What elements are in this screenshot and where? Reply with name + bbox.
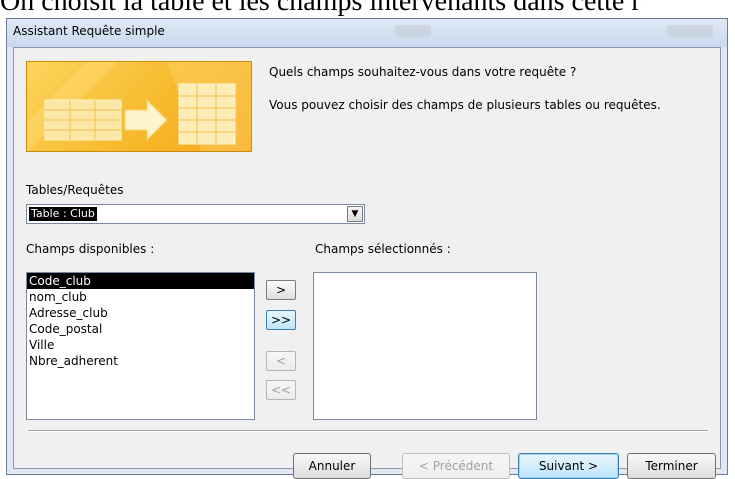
remove-all-fields-button[interactable]: << [266, 380, 296, 400]
tables-selected-value: Table : Club [29, 207, 97, 221]
titlebar-blur [395, 25, 431, 37]
add-field-button[interactable]: > [266, 280, 296, 300]
selected-fields-list[interactable] [313, 272, 537, 420]
list-item[interactable]: Ville [27, 337, 254, 353]
cancel-button[interactable]: Annuler [293, 453, 371, 479]
list-item[interactable]: Code_postal [27, 321, 254, 337]
window-title: Assistant Requête simple [13, 24, 165, 38]
wizard-client-area: Quels champs souhaitez-vous dans votre r… [13, 47, 721, 479]
prompt-info: Vous pouvez choisir des champs de plusie… [269, 98, 661, 112]
available-fields-label: Champs disponibles : [26, 242, 155, 256]
tables-label: Tables/Requêtes [26, 183, 124, 197]
titlebar-blur [667, 25, 713, 37]
footer-divider [28, 430, 708, 432]
list-item[interactable]: nom_club [27, 289, 254, 305]
next-button[interactable]: Suivant > [518, 453, 619, 479]
list-item[interactable]: Code_club [27, 273, 254, 289]
add-all-fields-button[interactable]: >> [266, 310, 296, 330]
clipped-caption: On choisit la table et les champs interv… [0, 0, 641, 17]
table-to-query-arrow-icon [27, 62, 251, 151]
list-item[interactable]: Nbre_adherent [27, 353, 254, 369]
finish-button[interactable]: Terminer [627, 453, 716, 479]
list-item[interactable]: Adresse_club [27, 305, 254, 321]
wizard-banner [26, 61, 252, 152]
previous-button[interactable]: < Précédent [402, 453, 510, 479]
title-bar[interactable]: Assistant Requête simple [7, 19, 727, 47]
tables-combobox[interactable]: Table : Club ▼ [26, 204, 365, 224]
chevron-down-icon[interactable]: ▼ [347, 206, 363, 222]
selected-fields-label: Champs sélectionnés : [315, 242, 451, 256]
prompt-question: Quels champs souhaitez-vous dans votre r… [269, 65, 577, 79]
remove-field-button[interactable]: < [266, 351, 296, 371]
wizard-window: Assistant Requête simple Quels champs so… [6, 18, 728, 479]
available-fields-list[interactable]: Code_club nom_club Adresse_club Code_pos… [26, 272, 255, 420]
